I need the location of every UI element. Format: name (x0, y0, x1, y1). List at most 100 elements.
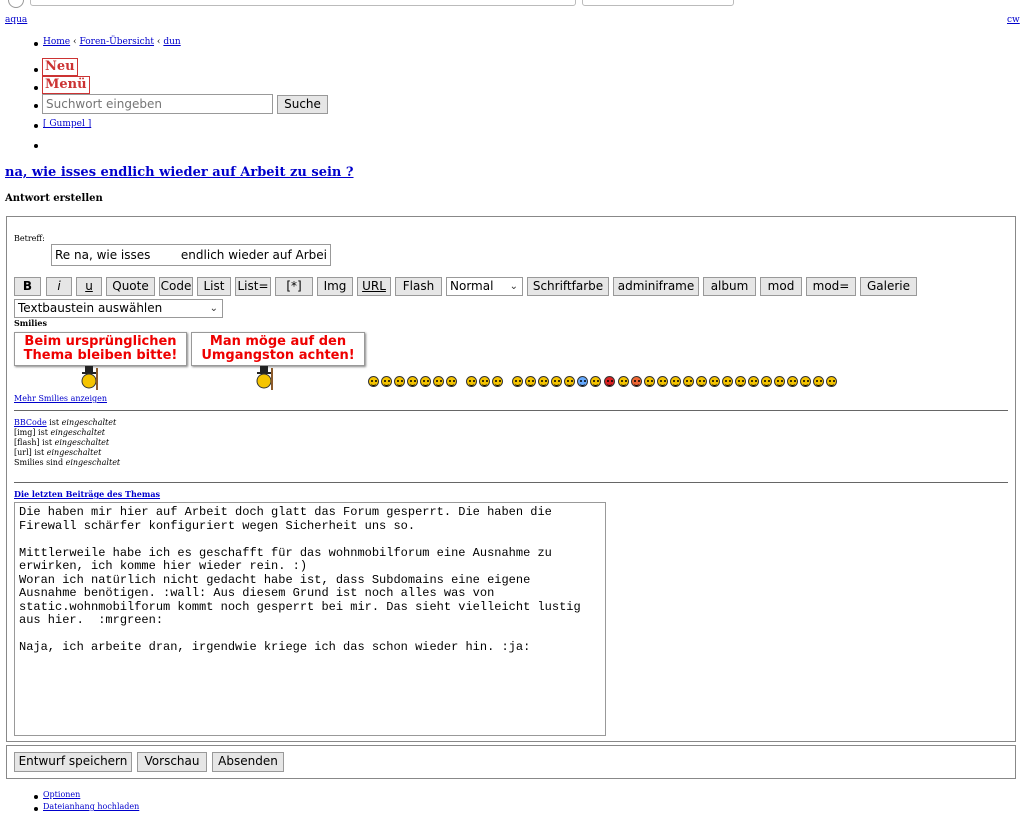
textbaustein-select[interactable]: Textbaustein auswählen ⌄ (14, 299, 223, 318)
smiley-icon[interactable] (787, 376, 798, 387)
breadcrumb-current[interactable]: dun (163, 37, 180, 47)
smiley-icon[interactable] (813, 376, 824, 387)
smiley-icon[interactable] (420, 376, 431, 387)
status-text: Smilies sind (14, 458, 66, 467)
status-text: [img] ist (14, 428, 51, 437)
save-draft-button[interactable]: Entwurf speichern (14, 752, 132, 772)
submit-button[interactable]: Absenden (212, 752, 284, 772)
smiley-icon[interactable] (446, 376, 457, 387)
breadcrumb-home[interactable]: Home (43, 37, 70, 47)
smiley-icon[interactable] (683, 376, 694, 387)
flash-status: [flash] ist eingeschaltet (14, 438, 109, 447)
smiley-icon[interactable] (800, 376, 811, 387)
album-button[interactable]: album (703, 277, 756, 296)
latest-posts-link[interactable]: Die letzten Beiträge des Themas (14, 489, 160, 499)
breadcrumb-forums[interactable]: Foren-Übersicht (79, 37, 154, 47)
browser-button-icon[interactable] (8, 0, 24, 8)
smiley-icon[interactable] (577, 376, 588, 387)
smiley-icon[interactable] (538, 376, 549, 387)
underline-button[interactable]: u (76, 277, 102, 296)
smiley-icon[interactable] (564, 376, 575, 387)
sign-smiley-tone[interactable]: Man möge auf den Umgangston achten! (191, 332, 365, 366)
bold-button[interactable]: B (14, 277, 41, 296)
search-button[interactable]: Suche (277, 95, 328, 114)
smiley-icon[interactable] (696, 376, 707, 387)
browser-search-bar[interactable] (582, 0, 734, 6)
smiley-icon[interactable] (618, 376, 629, 387)
font-color-button[interactable]: Schriftfarbe (527, 277, 609, 296)
img-button[interactable]: Img (317, 277, 353, 296)
menue-menu-button[interactable]: Menü (42, 76, 90, 94)
adminiframe-button[interactable]: adminiframe (613, 277, 699, 296)
code-button[interactable]: Code (159, 277, 193, 296)
smiley-icon[interactable] (368, 376, 379, 387)
list-bullet (34, 104, 38, 108)
list-bullet (34, 86, 38, 90)
img-status: [img] ist eingeschaltet (14, 428, 105, 437)
options-link[interactable]: Optionen (43, 790, 80, 799)
smiley-icon[interactable] (433, 376, 444, 387)
smiley-icon[interactable] (657, 376, 668, 387)
list-bullet (34, 144, 38, 148)
quote-button[interactable]: Quote (106, 277, 155, 296)
subject-input[interactable] (51, 244, 331, 266)
sign-text-line: Umgangston achten! (201, 348, 355, 363)
italic-button[interactable]: i (46, 277, 72, 296)
section-heading: Antwort erstellen (5, 193, 103, 204)
smiley-icon[interactable] (735, 376, 746, 387)
smiley-icon[interactable] (590, 376, 601, 387)
list-eq-button[interactable]: List= (235, 277, 271, 296)
mod-eq-button[interactable]: mod= (806, 277, 856, 296)
bbcode-status: BBCode ist eingeschaltet (14, 418, 116, 427)
subject-label: Betreff: (14, 234, 45, 243)
smiley-icon[interactable] (492, 376, 503, 387)
gallery-button[interactable]: Galerie (860, 277, 917, 296)
smiley-icon[interactable] (644, 376, 655, 387)
font-size-select[interactable]: Normal ⌄ (446, 277, 523, 296)
smiley-icon[interactable] (466, 376, 477, 387)
smiley-icon[interactable] (709, 376, 720, 387)
list-bullet (34, 795, 38, 799)
url-button[interactable]: URL (357, 277, 391, 296)
browser-top-edge (0, 0, 1024, 8)
preview-button[interactable]: Vorschau (137, 752, 207, 772)
message-textarea[interactable] (14, 502, 606, 736)
smiley-icon[interactable] (381, 376, 392, 387)
smiley-icon[interactable] (479, 376, 490, 387)
sign-smiley-topic[interactable]: Beim ursprünglichen Thema bleiben bitte! (14, 332, 187, 366)
list-bullet (34, 68, 38, 72)
smilies-status: Smilies sind eingeschaltet (14, 458, 120, 467)
font-size-value: Normal (450, 279, 494, 293)
list-item-button[interactable]: [*] (275, 277, 313, 296)
smiley-icon[interactable] (826, 376, 837, 387)
neu-menu-button[interactable]: Neu (42, 58, 78, 76)
attach-file-link[interactable]: Dateianhang hochladen (43, 802, 139, 811)
status-state: eingeschaltet (50, 428, 106, 437)
smiley-icon[interactable] (631, 376, 642, 387)
smiley-icon[interactable] (670, 376, 681, 387)
cw-link[interactable]: cw (1007, 15, 1020, 25)
aqua-link[interactable]: aqua (5, 15, 27, 25)
smiley-icon[interactable] (748, 376, 759, 387)
list-button[interactable]: List (197, 277, 231, 296)
smiley-icon[interactable] (407, 376, 418, 387)
list-bullet (34, 42, 38, 46)
smiley-icon[interactable] (551, 376, 562, 387)
smiley-icon[interactable] (604, 376, 615, 387)
flash-button[interactable]: Flash (395, 277, 442, 296)
smiley-icon[interactable] (525, 376, 536, 387)
smiley-icon[interactable] (512, 376, 523, 387)
mod-button[interactable]: mod (760, 277, 802, 296)
search-input[interactable] (42, 94, 273, 114)
more-smilies-link[interactable]: Mehr Smilies anzeigen (14, 394, 107, 403)
smiley-icon[interactable] (722, 376, 733, 387)
smiley-icon[interactable] (394, 376, 405, 387)
status-text: [url] ist (14, 448, 47, 457)
smiley-icon[interactable] (761, 376, 772, 387)
smiley-icon[interactable] (774, 376, 785, 387)
thread-title-link[interactable]: na, wie isses endlich wieder auf Arbeit … (5, 165, 354, 180)
browser-address-bar[interactable] (30, 0, 576, 6)
bbcode-link[interactable]: BBCode (14, 418, 47, 427)
smilies-label: Smilies (14, 318, 47, 328)
user-link[interactable]: [ Gumpel ] (43, 119, 91, 129)
